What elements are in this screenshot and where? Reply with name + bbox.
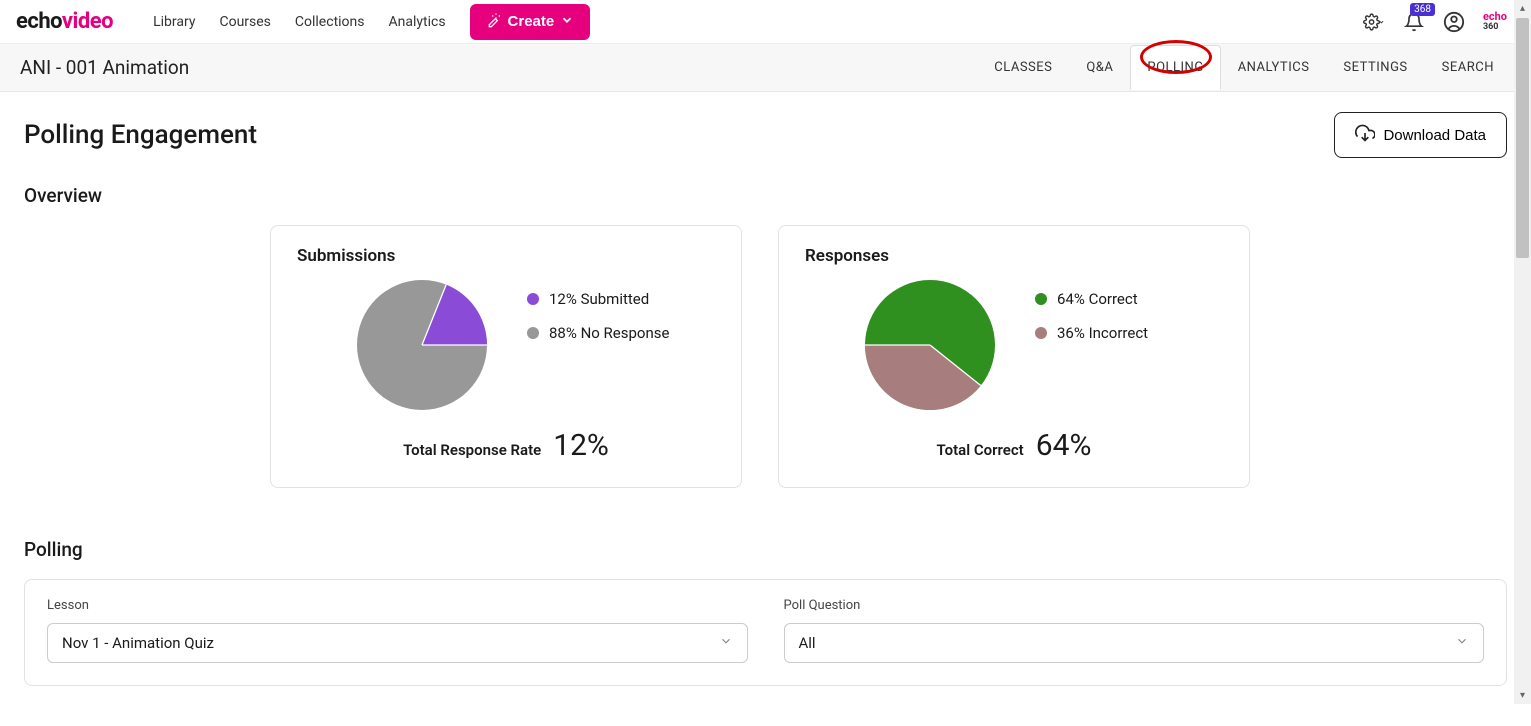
tab-search[interactable]: SEARCH xyxy=(1425,45,1511,90)
create-button[interactable]: Create xyxy=(470,4,591,40)
chevron-down-icon xyxy=(719,634,733,652)
scroll-down-arrow-icon[interactable]: ▾ xyxy=(1514,687,1531,704)
submissions-pie-chart xyxy=(357,280,487,410)
legend-correct: 64% Correct xyxy=(1035,290,1148,308)
lesson-select[interactable]: Nov 1 - Animation Quiz xyxy=(47,623,748,663)
legend-submitted: 12% Submitted xyxy=(527,290,669,308)
overview-cards: Submissions 12% Submitted xyxy=(270,225,1507,488)
main-nav: Library Courses Collections Analytics xyxy=(153,14,445,30)
responses-foot-value: 64% xyxy=(1036,428,1092,463)
notification-badge: 368 xyxy=(1410,3,1435,16)
tab-polling-label: POLLING xyxy=(1147,60,1203,75)
mini-brand-2: 360 xyxy=(1483,22,1499,32)
notifications-bell-icon[interactable]: 368 xyxy=(1403,11,1425,33)
top-nav: echovideo Library Courses Collections An… xyxy=(0,0,1531,44)
scroll-thumb[interactable] xyxy=(1516,18,1529,258)
question-select[interactable]: All xyxy=(784,623,1485,663)
responses-footer: Total Correct 64% xyxy=(805,428,1223,463)
chevron-down-icon xyxy=(560,13,574,31)
page-content: Polling Engagement Download Data Overvie… xyxy=(0,92,1531,726)
mini-brand-1: echo xyxy=(1483,10,1507,23)
create-label: Create xyxy=(508,13,555,30)
question-filter: Poll Question All xyxy=(784,598,1485,663)
submissions-title: Submissions xyxy=(297,246,715,266)
tab-polling[interactable]: POLLING xyxy=(1130,45,1220,90)
nav-library[interactable]: Library xyxy=(153,14,195,30)
question-filter-label: Poll Question xyxy=(784,598,1485,613)
brand-part1: echo xyxy=(16,9,62,34)
nav-analytics[interactable]: Analytics xyxy=(389,14,446,30)
lesson-filter: Lesson Nov 1 - Animation Quiz xyxy=(47,598,748,663)
tab-analytics[interactable]: ANALYTICS xyxy=(1221,45,1327,90)
overview-heading: Overview xyxy=(24,184,1507,207)
scroll-up-arrow-icon[interactable]: ▴ xyxy=(1514,0,1531,17)
tab-classes[interactable]: CLASSES xyxy=(977,45,1069,90)
tab-qa[interactable]: Q&A xyxy=(1069,45,1130,90)
legend-no-response-label: 88% No Response xyxy=(549,324,669,342)
wand-icon xyxy=(486,12,502,32)
brand-part2: video xyxy=(62,9,113,34)
vertical-scrollbar[interactable]: ▴ ▾ xyxy=(1514,0,1531,704)
legend-no-response: 88% No Response xyxy=(527,324,669,342)
dot-icon xyxy=(1035,327,1047,339)
responses-pie-chart xyxy=(865,280,995,410)
dot-icon xyxy=(1035,293,1047,305)
brand-logo[interactable]: echovideo xyxy=(16,9,113,34)
download-cloud-icon xyxy=(1355,123,1375,147)
course-tabs: CLASSES Q&A POLLING ANALYTICS SETTINGS S… xyxy=(977,45,1511,90)
dot-icon xyxy=(527,327,539,339)
submissions-card: Submissions 12% Submitted xyxy=(270,225,742,488)
download-data-button[interactable]: Download Data xyxy=(1334,112,1507,158)
page-header: Polling Engagement Download Data xyxy=(24,112,1507,158)
submissions-foot-value: 12% xyxy=(553,428,609,463)
user-account-icon[interactable] xyxy=(1443,11,1465,33)
responses-legend: 64% Correct 36% Incorrect xyxy=(1035,280,1148,342)
legend-incorrect: 36% Incorrect xyxy=(1035,324,1148,342)
chevron-down-icon xyxy=(1455,634,1469,652)
lesson-select-value: Nov 1 - Animation Quiz xyxy=(62,634,214,652)
question-select-value: All xyxy=(799,634,816,652)
polling-filters: Lesson Nov 1 - Animation Quiz Poll Quest… xyxy=(24,579,1507,686)
nav-collections[interactable]: Collections xyxy=(295,14,365,30)
echo360-logo[interactable]: echo360 xyxy=(1483,12,1507,32)
download-label: Download Data xyxy=(1383,127,1486,144)
top-icon-bar: 368 echo360 xyxy=(1363,11,1507,33)
submissions-foot-label: Total Response Rate xyxy=(403,441,541,459)
legend-correct-label: 64% Correct xyxy=(1057,290,1138,308)
settings-gear-icon[interactable] xyxy=(1363,11,1385,33)
polling-heading: Polling xyxy=(24,538,1507,561)
lesson-filter-label: Lesson xyxy=(47,598,748,613)
responses-card: Responses 64% Correct xyxy=(778,225,1250,488)
legend-submitted-label: 12% Submitted xyxy=(549,290,649,308)
tab-settings[interactable]: SETTINGS xyxy=(1326,45,1424,90)
dot-icon xyxy=(527,293,539,305)
submissions-footer: Total Response Rate 12% xyxy=(297,428,715,463)
course-subnav: ANI - 001 Animation CLASSES Q&A POLLING … xyxy=(0,44,1531,92)
legend-incorrect-label: 36% Incorrect xyxy=(1057,324,1148,342)
submissions-legend: 12% Submitted 88% No Response xyxy=(527,280,669,342)
course-title: ANI - 001 Animation xyxy=(20,56,189,79)
responses-title: Responses xyxy=(805,246,1223,266)
page-title: Polling Engagement xyxy=(24,120,257,150)
nav-courses[interactable]: Courses xyxy=(219,14,270,30)
responses-foot-label: Total Correct xyxy=(937,441,1024,459)
